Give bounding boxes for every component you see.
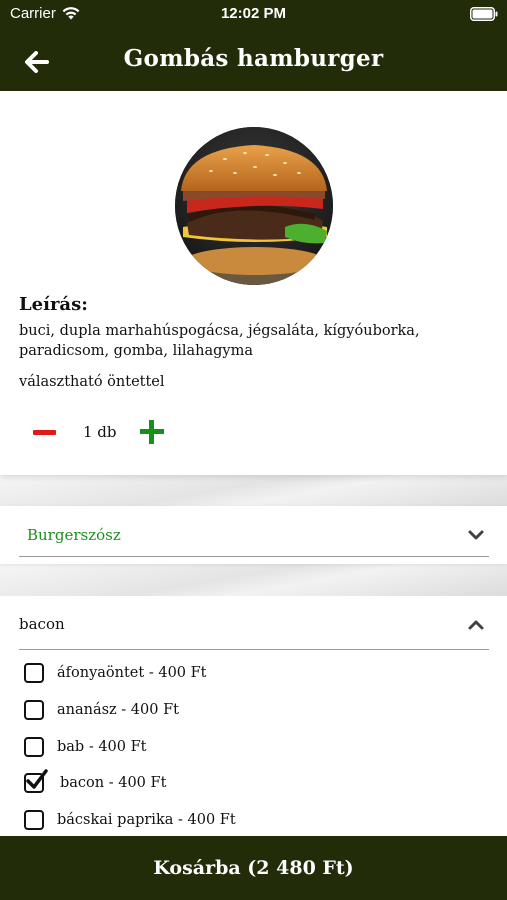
topping-option[interactable]: bácskai paprika - 400 Ft — [24, 807, 464, 833]
checkmark-icon — [26, 769, 48, 789]
background-band — [0, 564, 507, 596]
topping-section: bacon áfonyaöntet - 400 Ft ananász - 400… — [0, 596, 507, 836]
sauce-dropdown[interactable]: Burgerszósz — [0, 506, 507, 564]
back-button[interactable] — [20, 45, 54, 79]
topping-option-label: bab - 400 Ft — [57, 739, 147, 755]
status-time: 12:02 PM — [220, 5, 287, 22]
topping-option[interactable]: ananász - 400 Ft — [24, 697, 464, 723]
checkbox[interactable] — [24, 700, 44, 720]
topping-option[interactable]: bab - 400 Ft — [24, 734, 464, 760]
topping-option-label: áfonyaöntet - 400 Ft — [57, 665, 207, 681]
divider — [19, 556, 489, 557]
checkbox[interactable] — [24, 663, 44, 683]
topping-option[interactable]: áfonyaöntet - 400 Ft — [24, 660, 464, 686]
chevron-down-icon[interactable] — [467, 529, 485, 541]
description-heading: Leírás: — [19, 294, 88, 315]
increase-quantity-button[interactable] — [138, 418, 166, 446]
burger-illustration — [175, 127, 333, 285]
checkbox-checked[interactable] — [24, 769, 48, 793]
divider — [19, 649, 489, 650]
quantity-stepper: 1 db — [0, 416, 507, 448]
sauce-dropdown-label[interactable]: Burgerszósz — [27, 526, 121, 544]
app-header: Carrier 12:02 PM Gombás hamburger — [0, 0, 507, 91]
checkbox[interactable] — [24, 737, 44, 757]
add-to-cart-button[interactable]: Kosárba (2 480 Ft) — [0, 836, 507, 900]
checkbox[interactable] — [24, 810, 44, 830]
page-title: Gombás hamburger — [123, 45, 384, 72]
battery-icon — [470, 7, 498, 21]
burger-photo — [175, 127, 333, 285]
topping-option-label: bácskai paprika - 400 Ft — [57, 812, 236, 828]
decrease-quantity-button[interactable] — [30, 418, 58, 446]
topping-option-label: bacon - 400 Ft — [60, 775, 167, 791]
arrow-left-icon — [25, 51, 49, 73]
quantity-value: 1 db — [83, 423, 117, 441]
background-band — [0, 475, 507, 506]
status-bar: Carrier 12:02 PM — [0, 0, 507, 28]
description-text: buci, dupla marhahúspogácsa, jégsaláta, … — [19, 323, 420, 359]
topping-option[interactable]: bacon - 400 Ft — [24, 769, 464, 796]
option-note: választható öntettel — [19, 374, 165, 390]
topping-option-label: ananász - 400 Ft — [57, 702, 179, 718]
chevron-up-icon[interactable] — [467, 619, 485, 631]
product-card: Leírás: buci, dupla marhahúspogácsa, jég… — [0, 91, 507, 475]
topping-section-label[interactable]: bacon — [19, 615, 65, 633]
